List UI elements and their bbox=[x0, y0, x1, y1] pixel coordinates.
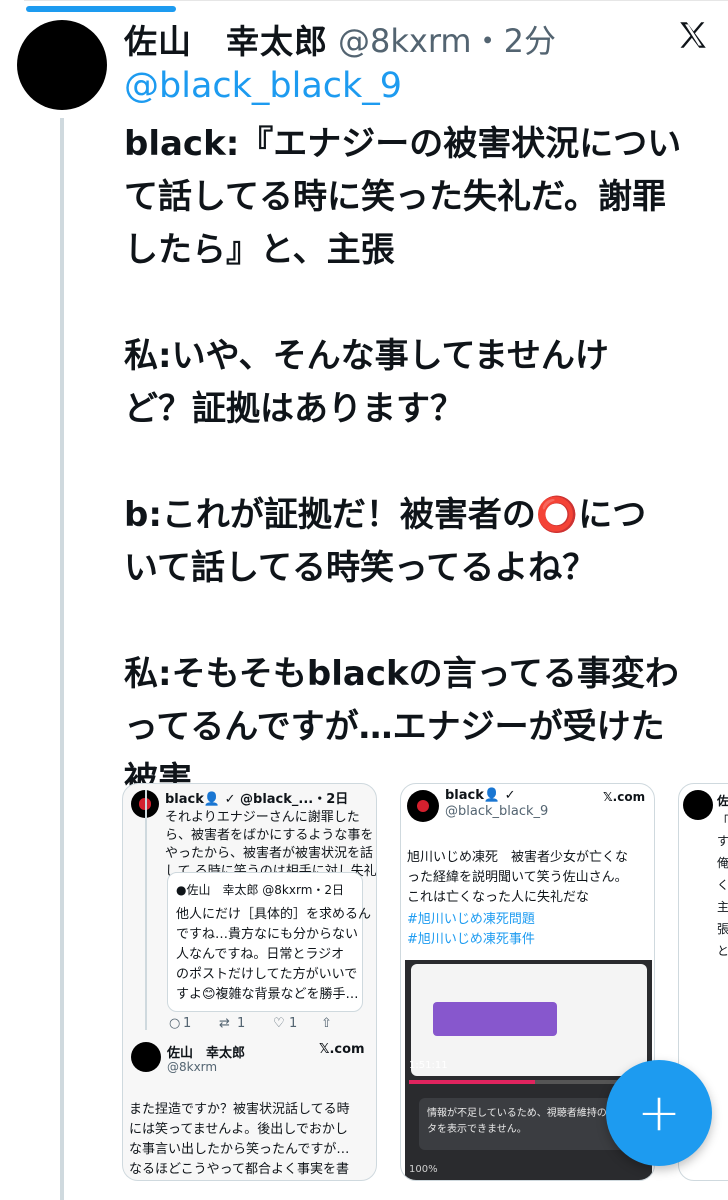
card1-quote-line: 他人にだけ［具体的］を求めるん bbox=[176, 907, 372, 922]
plus-icon: + bbox=[637, 1083, 681, 1143]
card1-author-avatar bbox=[131, 1042, 161, 1072]
top-divider bbox=[24, 0, 728, 1]
card2-text-line: これは亡くなった人に失礼だな bbox=[407, 890, 590, 905]
card2-text-line: った経緯を説明聞いて笑う佐山さん。 bbox=[407, 870, 628, 885]
card1-reply-header: black👤 ✓ @black_...・2日 bbox=[165, 792, 349, 807]
card1-bottom-line: なるほどこうやって都合よく事実を書 bbox=[129, 1162, 349, 1177]
card2-zoom-level: 100% bbox=[409, 1164, 438, 1175]
card1-quote-box: ●佐山 幸太郎 @8kxrm・2日 他人にだけ［具体的］を求めるん ですね…貴方… bbox=[167, 872, 371, 1012]
top-accent-bar bbox=[26, 6, 176, 12]
card1-retweet-count: 1 bbox=[237, 1016, 246, 1031]
display-name[interactable]: 佐山 幸太郎 bbox=[124, 15, 328, 63]
card1-quote-header: ●佐山 幸太郎 @8kxrm・2日 bbox=[176, 883, 345, 897]
card2-text-line: 旭川いじめ凍死 被害者少女が亡くな bbox=[407, 850, 629, 865]
post-body-text: black:『エナジーの被害状況につい て話してる時に笑った失礼だ。謝罪 したら… bbox=[124, 124, 682, 800]
media-image-1[interactable]: black👤 ✓ @black_...・2日 それよりエナジーさんに謝罪した ら… bbox=[122, 783, 377, 1181]
x-logo-icon[interactable] bbox=[676, 18, 710, 52]
card1-thread-line bbox=[145, 790, 147, 1030]
card1-reply-count: 1 bbox=[183, 1016, 192, 1031]
card1-reply-icon: ○ bbox=[169, 1016, 181, 1031]
card2-name: black👤 ✓ bbox=[445, 788, 516, 803]
card1-reply-line: それよりエナジーさんに謝罪した bbox=[165, 810, 360, 825]
card2-video-progress bbox=[409, 1080, 648, 1084]
card2-purple-card bbox=[433, 1002, 557, 1036]
card3-line: 張 bbox=[717, 922, 728, 936]
card3-line: 佐 bbox=[717, 794, 728, 808]
card1-quote-line: すよ😊複雑な背景などを勝手… bbox=[176, 987, 359, 1002]
avatar[interactable] bbox=[17, 20, 107, 110]
card3-line: 「 bbox=[717, 814, 728, 828]
card1-like-icon: ♡ bbox=[273, 1016, 285, 1031]
card3-line: 主 bbox=[717, 900, 728, 914]
card1-author-name: 佐山 幸太郎 bbox=[167, 1046, 246, 1061]
card1-quote-line: 人なんですね。日常とラジオ bbox=[176, 947, 345, 962]
thread-line bbox=[60, 118, 64, 1200]
card2-video-time: 1:51:11 bbox=[409, 1060, 448, 1071]
card2-handle: @black_black_9 bbox=[445, 804, 549, 819]
compose-button[interactable]: + bbox=[606, 1060, 712, 1166]
card2-avatar bbox=[407, 790, 439, 822]
card1-site-label: 𝕏.com bbox=[319, 1042, 365, 1057]
card1-quote-line: のポストだけしてた方がいいで bbox=[176, 967, 358, 982]
card1-reply-line: ら、被害者をばかにするような事を bbox=[165, 828, 374, 843]
card3-avatar bbox=[683, 790, 713, 820]
card3-line: く bbox=[717, 878, 728, 892]
card2-hashtag: #旭川いじめ凍死事件 bbox=[407, 932, 535, 947]
card3-line: す bbox=[717, 834, 728, 848]
card1-like-count: 1 bbox=[289, 1016, 298, 1031]
card1-bottom-line: また捏造ですか？被害状況話してる時 bbox=[129, 1102, 350, 1117]
card1-bottom-line: には笑ってませんよ。後出しでおかし bbox=[129, 1122, 348, 1137]
card2-site-label: 𝕏.com bbox=[603, 790, 646, 804]
card2-notice-text: 情報が不足しているため、視聴者維持のデ ータを表示できません。 bbox=[427, 1108, 630, 1135]
card1-bottom-line: な事言い出したから笑ったんですが… bbox=[129, 1142, 350, 1157]
card2-hashtag: #旭川いじめ凍死問題 bbox=[407, 912, 535, 927]
card1-author-handle: @8kxrm bbox=[167, 1060, 218, 1074]
card2-video-screenshot: 1:51:11 情報が不足しているため、視聴者維持のデ ータを表示できません。 … bbox=[405, 960, 652, 1180]
card3-line: と bbox=[717, 944, 728, 958]
card1-share-icon: ⇧ bbox=[321, 1016, 332, 1031]
post-header: 佐山 幸太郎 @8kxrm・2分 bbox=[124, 14, 556, 64]
handle-and-time[interactable]: @8kxrm・2分 bbox=[338, 16, 556, 62]
card3-line: 俺 bbox=[717, 856, 728, 870]
card1-quote-line: ですね…貴方なにも分からない bbox=[176, 927, 359, 942]
card1-retweet-icon: ⇄ bbox=[219, 1016, 230, 1031]
card1-reply-line: やったから、被害者が被害状況を話 bbox=[165, 846, 374, 861]
reply-mention[interactable]: @black_black_9 bbox=[124, 66, 402, 106]
